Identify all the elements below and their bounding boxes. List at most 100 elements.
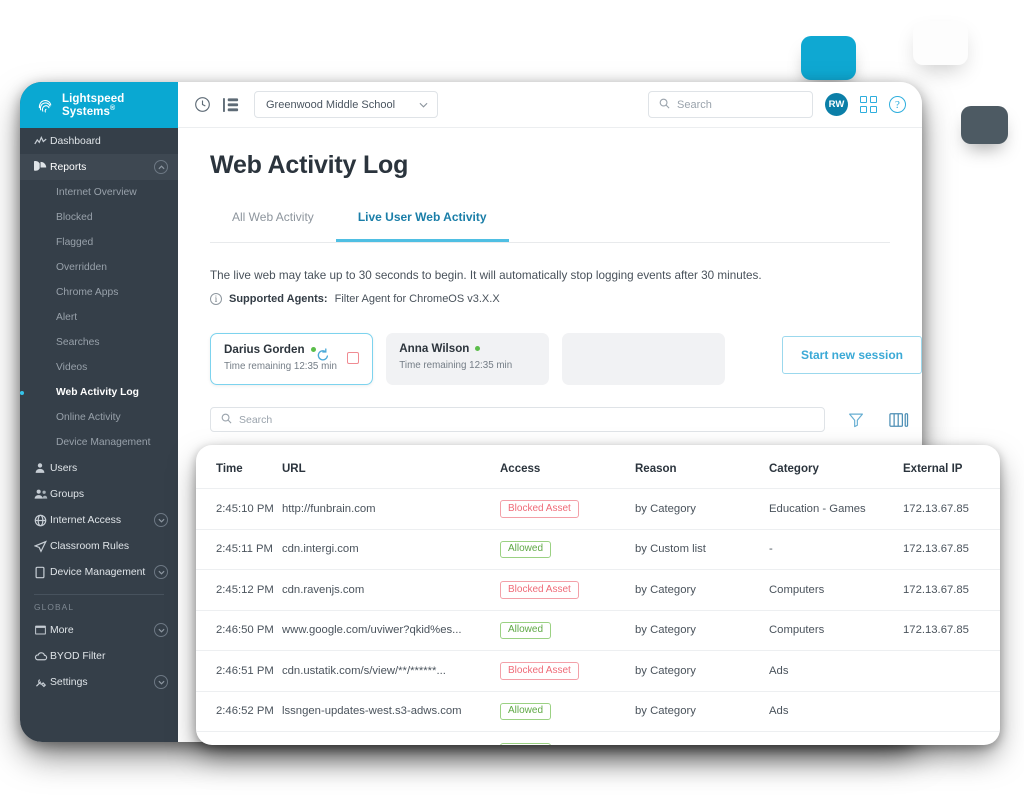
sidebar-reports-children: Internet Overview Blocked Flagged Overri…	[20, 180, 178, 455]
cell-reason: by Category	[635, 731, 769, 745]
sidebar-label: BYOD Filter	[50, 650, 106, 662]
brand-logo[interactable]: Lightspeed Systems®	[20, 82, 178, 128]
cell-reason: by Category	[635, 569, 769, 611]
user-icon	[34, 462, 50, 474]
cell-category: Ads	[769, 691, 903, 732]
sidebar-item-users[interactable]: Users	[20, 455, 178, 481]
chevron-down-icon[interactable]	[154, 513, 168, 527]
sidebar-label: Reports	[50, 161, 87, 173]
online-status-dot	[475, 346, 481, 351]
sidebar-label: Searches	[56, 337, 100, 348]
table-search-input[interactable]	[239, 413, 814, 426]
sidebar-item-internet-access[interactable]: Internet Access	[20, 507, 178, 533]
cell-url: cdn.intergi.com	[282, 529, 500, 570]
search-icon	[659, 96, 670, 114]
status-badge: Blocked Asset	[500, 500, 579, 518]
sidebar-item-groups[interactable]: Groups	[20, 481, 178, 507]
app-grid-icon[interactable]	[860, 96, 877, 113]
info-icon: i	[210, 293, 222, 305]
activity-table-card: Time URL Access Reason Category External…	[196, 445, 1000, 745]
top-bar: Greenwood Middle School RW ?	[178, 82, 922, 128]
sidebar-item-dashboard[interactable]: Dashboard	[20, 128, 178, 154]
stop-icon[interactable]	[347, 351, 360, 364]
decor-cyan-square	[801, 36, 856, 80]
sidebar-label: More	[50, 624, 74, 636]
funnel-icon[interactable]	[848, 412, 864, 428]
supported-agents-value: Filter Agent for ChromeOS v3.X.X	[334, 293, 500, 305]
sidebar-item-device-management-report[interactable]: Device Management	[20, 430, 178, 455]
chevron-down-icon[interactable]	[154, 675, 168, 689]
sidebar-item-web-activity-log[interactable]: Web Activity Log	[20, 380, 178, 405]
sidebar-label: Classroom Rules	[50, 540, 130, 552]
cell-external-ip: 172.13.67.85	[903, 610, 1000, 651]
sidebar-item-more[interactable]: More	[20, 617, 178, 643]
sidebar-item-flagged[interactable]: Flagged	[20, 230, 178, 255]
status-badge: Allowed	[500, 621, 552, 639]
sidebar-nav: Dashboard Reports Internet Overview Bloc…	[20, 128, 178, 695]
cell-time: 2:45:12 PM	[196, 569, 282, 611]
table-row[interactable]: 2:45:12 PM cdn.ravenjs.com Blocked Asset…	[196, 569, 1000, 611]
table-row[interactable]: 2:45:10 PM http://funbrain.com Blocked A…	[196, 488, 1000, 530]
sidebar-item-reports[interactable]: Reports	[20, 154, 178, 180]
avatar[interactable]: RW	[825, 93, 848, 116]
session-time-remaining: Time remaining 12:35 min	[399, 360, 513, 371]
cell-access: Blocked Asset	[500, 569, 635, 611]
page-title: Web Activity Log	[210, 151, 409, 179]
sidebar-label: Users	[50, 462, 78, 474]
help-icon[interactable]: ?	[889, 96, 906, 113]
table-row[interactable]: 2:46:52 PM lssngen-updates-west.s3-adws.…	[196, 691, 1000, 732]
session-card[interactable]: Anna Wilson Time remaining 12:35 min	[386, 333, 550, 385]
sidebar-label: Device Management	[50, 566, 146, 578]
table-row[interactable]: 2:46:50 PM www.google.com/uviwer?qkid%es…	[196, 610, 1000, 651]
sidebar-item-searches[interactable]: Searches	[20, 330, 178, 355]
sidebar-item-videos[interactable]: Videos	[20, 355, 178, 380]
tab-live-user-web-activity[interactable]: Live User Web Activity	[336, 210, 509, 242]
session-card[interactable]: Darius Gorden Time remaining 12:35 min	[210, 333, 374, 385]
status-badge: Allowed	[500, 702, 552, 720]
sidebar-item-online-activity[interactable]: Online Activity	[20, 405, 178, 430]
school-selector[interactable]: Greenwood Middle School	[254, 91, 439, 118]
column-header-external-ip[interactable]: External IP	[903, 445, 1000, 489]
column-header-reason[interactable]: Reason	[635, 445, 769, 489]
clock-icon[interactable]	[194, 96, 211, 113]
sidebar-label: Overridden	[56, 262, 107, 273]
search-input[interactable]	[677, 98, 802, 111]
table-row[interactable]: 2:45:11 PM cdn.intergi.com Allowed by Cu…	[196, 529, 1000, 570]
columns-icon[interactable]	[889, 412, 909, 428]
sidebar-item-settings[interactable]: Settings	[20, 669, 178, 695]
sidebar-item-alert[interactable]: Alert	[20, 305, 178, 330]
table-row[interactable]: 2:46:55 PM https://www.espn.com/ Allowed…	[196, 731, 1000, 745]
session-card-empty[interactable]	[562, 333, 725, 385]
table-search[interactable]	[210, 407, 825, 432]
table-row[interactable]: 2:46:51 PM cdn.ustatik.com/s/view/**/***…	[196, 650, 1000, 692]
sidebar-item-device-management[interactable]: Device Management	[20, 559, 178, 585]
chevron-down-icon[interactable]	[154, 565, 168, 579]
org-tree-icon[interactable]	[223, 97, 240, 113]
sidebar-item-chrome-apps[interactable]: Chrome Apps	[20, 280, 178, 305]
cell-category: Computers	[769, 569, 903, 611]
sidebar-item-byod-filter[interactable]: BYOD Filter	[20, 643, 178, 669]
sidebar-item-internet-overview[interactable]: Internet Overview	[20, 180, 178, 205]
sidebar-item-blocked[interactable]: Blocked	[20, 205, 178, 230]
sidebar: Lightspeed Systems® Dashboard Reports In…	[20, 82, 178, 742]
column-header-time[interactable]: Time	[196, 445, 282, 489]
sidebar-item-classroom-rules[interactable]: Classroom Rules	[20, 533, 178, 559]
cell-time: 2:45:10 PM	[196, 488, 282, 530]
column-header-url[interactable]: URL	[282, 445, 500, 489]
refresh-icon[interactable]	[316, 348, 330, 367]
cloud-icon	[34, 651, 50, 662]
chevron-down-icon[interactable]	[154, 623, 168, 637]
global-search[interactable]	[648, 91, 813, 118]
table-icon-actions	[848, 412, 909, 428]
sidebar-item-overridden[interactable]: Overridden	[20, 255, 178, 280]
brand-name: Lightspeed Systems®	[62, 92, 125, 118]
column-header-access[interactable]: Access	[500, 445, 635, 489]
start-new-session-button[interactable]: Start new session	[781, 336, 922, 374]
settings-icon	[34, 676, 50, 689]
cell-access: Allowed	[500, 731, 635, 745]
column-header-category[interactable]: Category	[769, 445, 903, 489]
tab-all-web-activity[interactable]: All Web Activity	[210, 210, 336, 242]
cell-url: cdn.ravenjs.com	[282, 569, 500, 611]
decor-white-square	[913, 21, 968, 65]
chevron-up-icon[interactable]	[154, 160, 168, 174]
